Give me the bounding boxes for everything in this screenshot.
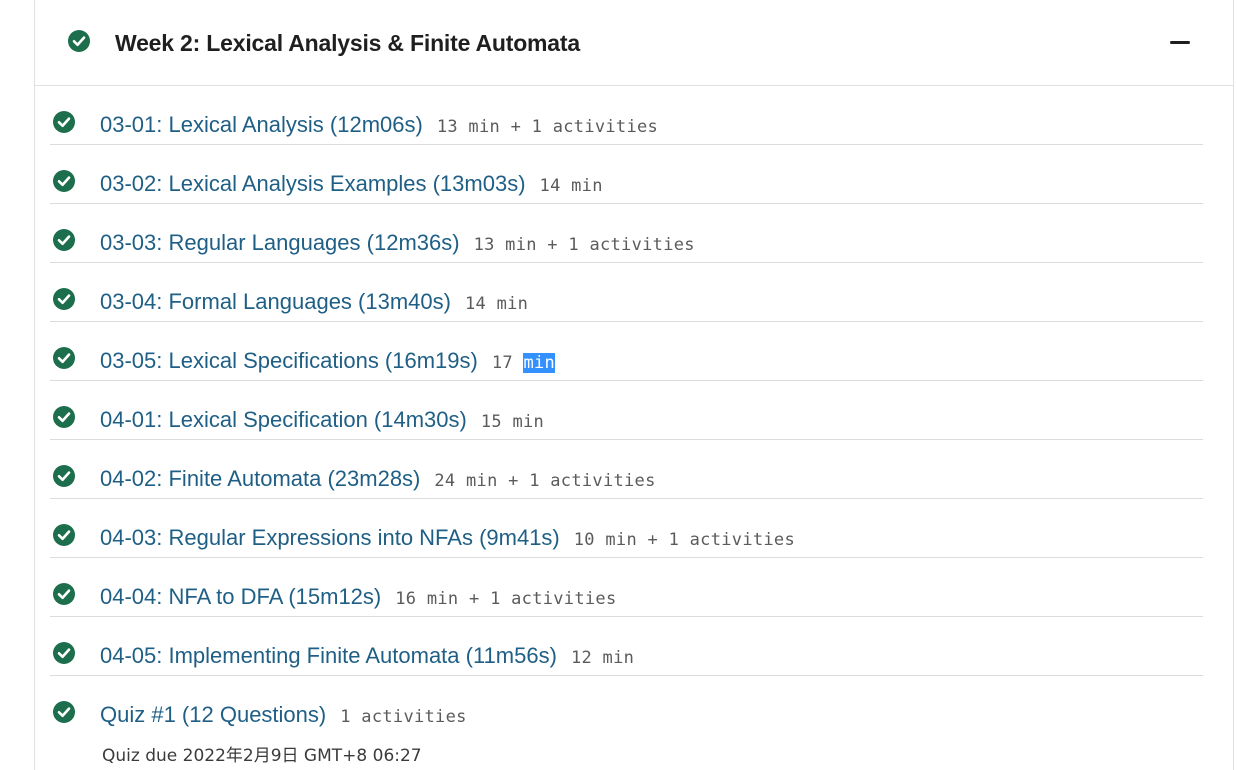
- list-item[interactable]: 03-04: Formal Languages (13m40s) 14 min: [50, 263, 1203, 322]
- lesson-link[interactable]: 03-01: Lexical Analysis (12m06s): [100, 112, 423, 137]
- check-circle-icon: [53, 406, 75, 428]
- week-title: Week 2: Lexical Analysis & Finite Automa…: [115, 30, 580, 56]
- check-circle-icon: [53, 701, 75, 723]
- selected-text: min: [523, 353, 556, 373]
- check-circle-icon: [53, 229, 75, 251]
- lesson-duration: 15 min: [480, 412, 545, 432]
- week-header[interactable]: Week 2: Lexical Analysis & Finite Automa…: [35, 0, 1233, 86]
- check-circle-icon: [53, 524, 75, 546]
- list-item[interactable]: 03-01: Lexical Analysis (12m06s) 13 min +…: [50, 86, 1203, 145]
- week-panel: Week 2: Lexical Analysis & Finite Automa…: [34, 0, 1234, 770]
- lesson-duration: 14 min: [539, 176, 603, 196]
- course-page: Week 2: Lexical Analysis & Finite Automa…: [0, 0, 1237, 770]
- list-item[interactable]: 03-03: Regular Languages (12m36s) 13 min …: [50, 204, 1203, 263]
- list-item[interactable]: 04-03: Regular Expressions into NFAs (9m…: [50, 499, 1203, 558]
- lesson-link[interactable]: 03-04: Formal Languages (13m40s): [100, 289, 451, 314]
- quiz-link[interactable]: Quiz #1 (12 Questions): [100, 702, 326, 727]
- list-item[interactable]: 03-02: Lexical Analysis Examples (13m03s…: [50, 145, 1203, 204]
- lesson-link[interactable]: 04-03: Regular Expressions into NFAs (9m…: [100, 525, 560, 550]
- list-item[interactable]: 04-04: NFA to DFA (15m12s) 16 min + 1 act…: [50, 558, 1203, 617]
- lesson-link[interactable]: 03-03: Regular Languages (12m36s): [100, 230, 460, 255]
- lesson-duration: 13 min + 1 activities: [436, 117, 659, 137]
- duration-number: 17: [491, 353, 524, 373]
- lesson-link[interactable]: 04-01: Lexical Specification (14m30s): [100, 407, 467, 432]
- check-circle-icon: [53, 111, 75, 133]
- lesson-duration: 10 min + 1 activities: [573, 530, 795, 550]
- lesson-link[interactable]: 04-04: NFA to DFA (15m12s): [100, 584, 381, 609]
- list-item[interactable]: 04-01: Lexical Specification (14m30s) 15 …: [50, 381, 1203, 440]
- lesson-link[interactable]: 04-05: Implementing Finite Automata (11m…: [100, 643, 557, 668]
- lesson-duration: 16 min + 1 activities: [395, 589, 617, 609]
- list-item[interactable]: 04-05: Implementing Finite Automata (11m…: [50, 617, 1203, 676]
- lesson-duration: 14 min: [464, 294, 529, 314]
- quiz-due-date: Quiz due 2022年2月9日 GMT+8 06:27: [102, 746, 422, 766]
- lesson-duration: 24 min + 1 activities: [434, 471, 656, 491]
- lesson-duration: 17 min: [491, 353, 556, 373]
- check-circle-icon: [68, 30, 90, 52]
- lesson-duration: 12 min: [570, 648, 635, 668]
- minus-icon: [1170, 41, 1190, 44]
- check-circle-icon: [53, 465, 75, 487]
- check-circle-icon: [53, 347, 75, 369]
- check-circle-icon: [53, 170, 75, 192]
- lesson-link[interactable]: 03-05: Lexical Specifications (16m19s): [100, 348, 478, 373]
- list-item-quiz[interactable]: Quiz #1 (12 Questions) 1 activities Quiz …: [50, 676, 1203, 770]
- list-item[interactable]: 04-02: Finite Automata (23m28s) 24 min + …: [50, 440, 1203, 499]
- lesson-link[interactable]: 04-02: Finite Automata (23m28s): [100, 466, 420, 491]
- quiz-activities: 1 activities: [340, 707, 467, 727]
- list-item[interactable]: 03-05: Lexical Specifications (16m19s) 17…: [50, 322, 1203, 381]
- lesson-link[interactable]: 03-02: Lexical Analysis Examples (13m03s…: [100, 171, 526, 196]
- collapse-button[interactable]: [1161, 30, 1201, 56]
- check-circle-icon: [53, 583, 75, 605]
- lesson-duration: 13 min + 1 activities: [473, 235, 695, 255]
- check-circle-icon: [53, 288, 75, 310]
- check-circle-icon: [53, 642, 75, 664]
- lesson-list: 03-01: Lexical Analysis (12m06s) 13 min +…: [50, 86, 1203, 770]
